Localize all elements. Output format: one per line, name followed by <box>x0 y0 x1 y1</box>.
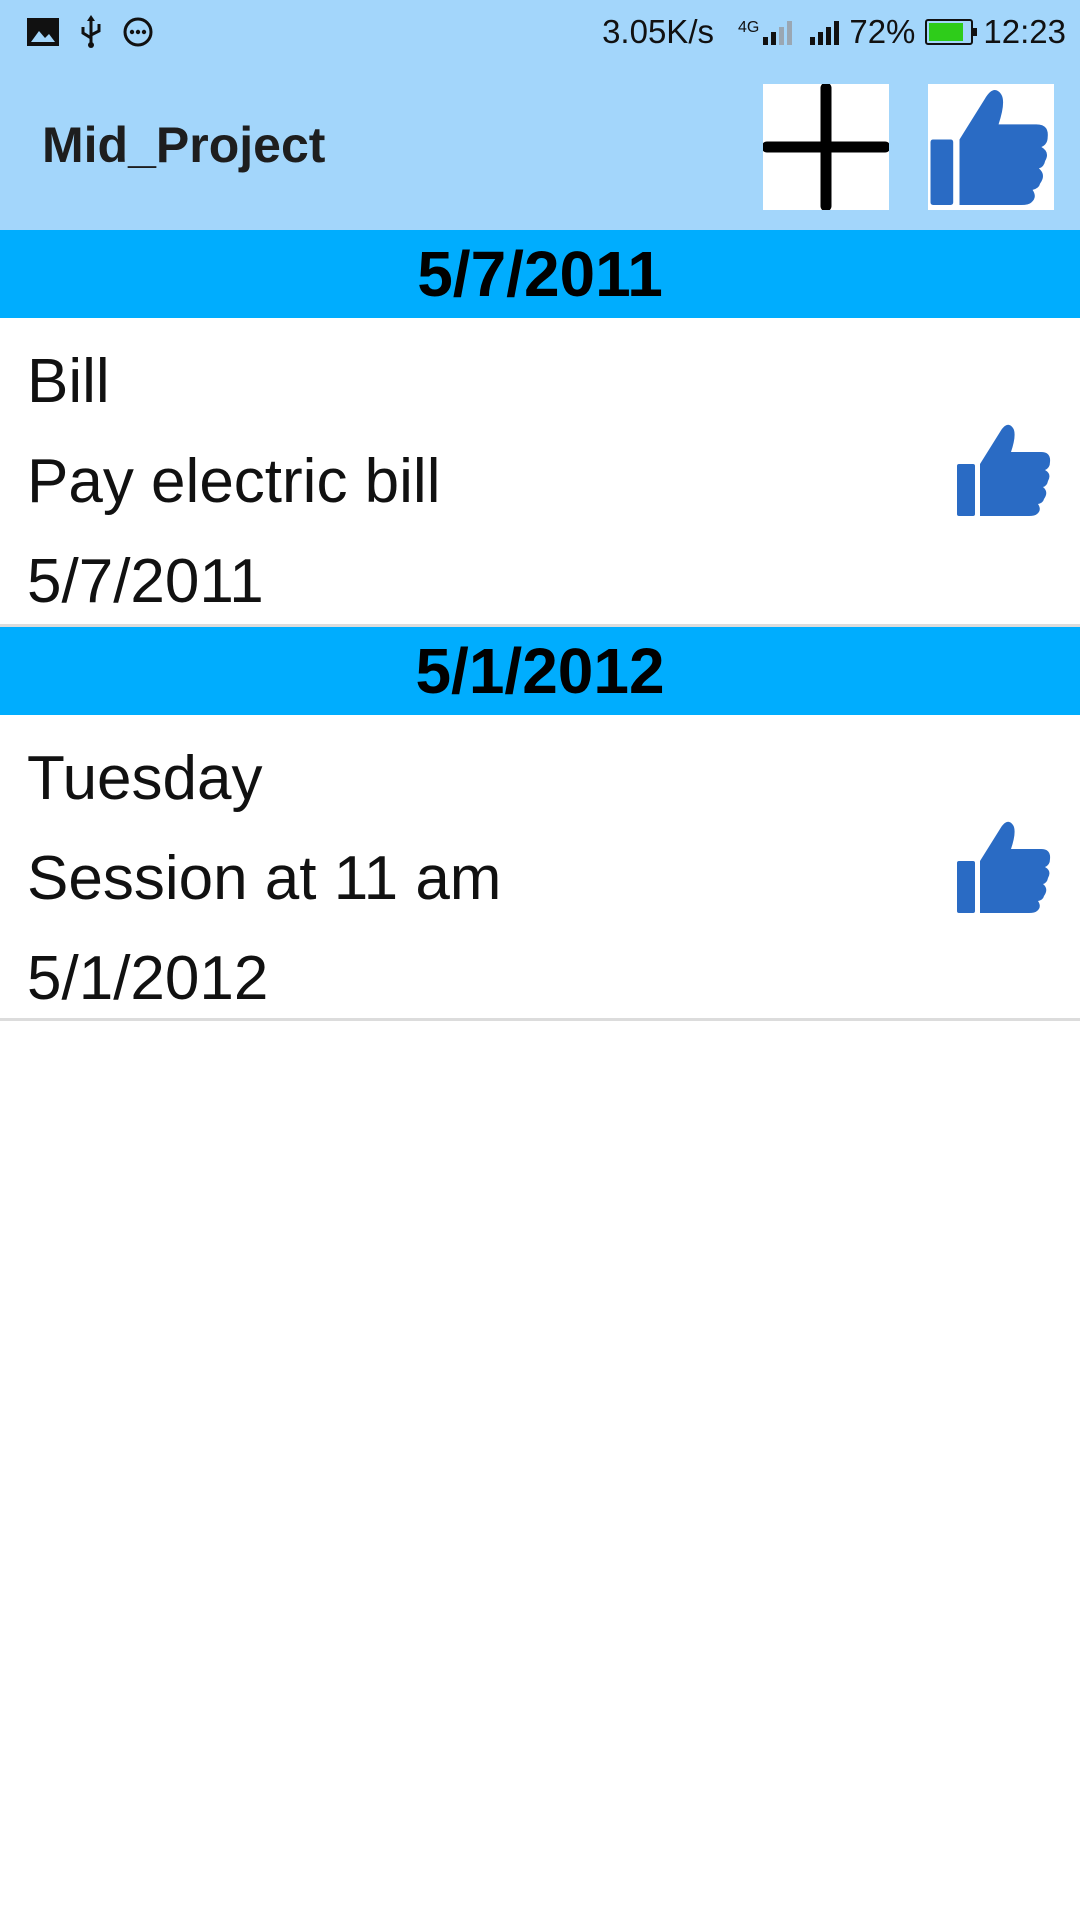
thumbs-up-icon[interactable] <box>955 817 1055 917</box>
list-item[interactable]: Bill Pay electric bill 5/7/2011 <box>0 318 1080 624</box>
chat-icon <box>123 17 153 47</box>
list-item[interactable]: Tuesday Session at 11 am 5/1/2012 <box>0 715 1080 1018</box>
divider <box>0 1018 1080 1021</box>
item-title: Bill <box>27 347 110 416</box>
image-icon <box>27 18 59 46</box>
item-title: Tuesday <box>27 744 263 813</box>
item-date: 5/1/2012 <box>27 944 269 1013</box>
battery-icon <box>925 19 978 45</box>
status-left-icons <box>26 14 154 50</box>
signal-icon-sim2 <box>810 19 840 45</box>
plus-icon <box>763 84 889 210</box>
add-button[interactable] <box>763 84 889 210</box>
app-title: Mid_Project <box>42 117 326 173</box>
thumbs-up-icon <box>930 90 1048 205</box>
date-header: 5/1/2012 <box>0 627 1080 715</box>
net-speed: 3.05K/s <box>602 13 714 50</box>
battery-percent: 72% <box>849 13 916 50</box>
item-description: Session at 11 am <box>27 844 502 913</box>
like-button[interactable] <box>928 84 1054 210</box>
usb-icon <box>81 15 101 48</box>
clock: 12:23 <box>983 13 1066 50</box>
thumbs-up-icon[interactable] <box>955 420 1055 520</box>
signal-icon-sim1 <box>763 19 793 45</box>
app-bar: Mid_Project <box>0 64 1080 230</box>
status-right: 3.05K/s 4G 72% 12:23 <box>602 0 1066 64</box>
date-header: 5/7/2011 <box>0 230 1080 318</box>
network-type: 4G <box>738 19 760 36</box>
item-date: 5/7/2011 <box>27 547 264 616</box>
status-bar: 3.05K/s 4G 72% 12:23 <box>0 0 1080 64</box>
item-description: Pay electric bill <box>27 447 441 516</box>
